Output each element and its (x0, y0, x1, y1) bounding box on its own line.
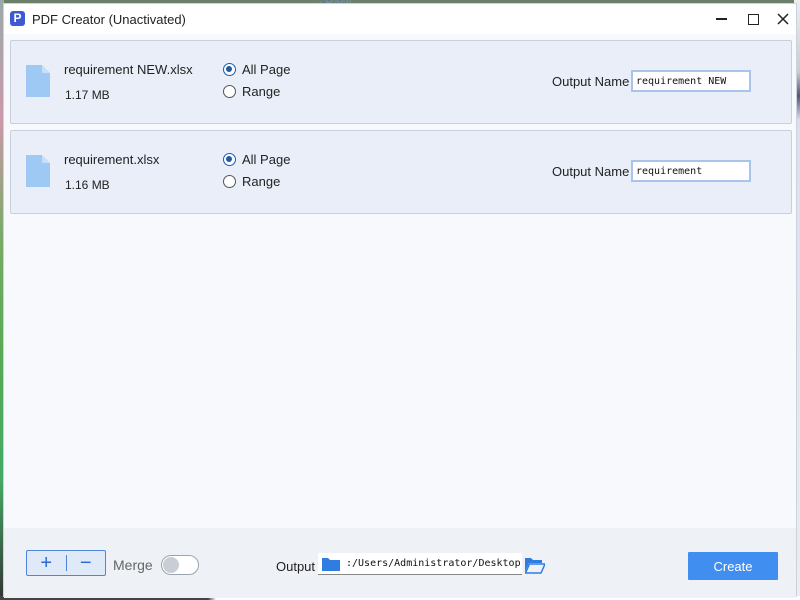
file-item: requirement NEW.xlsx 1.17 MB All Page Ra… (10, 40, 792, 124)
radio-range[interactable]: Range (223, 174, 280, 189)
add-remove-group: + − (26, 550, 106, 576)
output-path-field[interactable]: :/Users/Administrator/Desktop (318, 553, 522, 575)
document-icon (26, 155, 50, 187)
minimize-icon (715, 18, 727, 20)
radio-unchecked-icon (223, 175, 236, 188)
output-name-label: Output Name (552, 164, 630, 179)
folder-icon (322, 557, 340, 571)
file-name: requirement NEW.xlsx (64, 62, 193, 77)
file-list: requirement NEW.xlsx 1.17 MB All Page Ra… (4, 34, 796, 528)
app-logo-icon: P (10, 11, 25, 26)
plus-icon: + (40, 552, 53, 574)
file-size: 1.17 MB (65, 88, 110, 102)
maximize-icon (747, 13, 759, 25)
minus-icon: − (79, 552, 92, 574)
radio-checked-icon (223, 153, 236, 166)
pdf-creator-window: P PDF Creator (Unactivated) requirement … (3, 3, 797, 598)
remove-file-button[interactable]: − (67, 551, 106, 575)
document-icon (26, 65, 50, 97)
minimize-button[interactable] (707, 7, 735, 31)
output-name-input[interactable] (631, 70, 751, 92)
file-size: 1.16 MB (65, 178, 110, 192)
add-file-button[interactable]: + (27, 551, 66, 575)
close-button[interactable] (769, 7, 797, 31)
file-name: requirement.xlsx (64, 152, 160, 167)
merge-label: Merge (113, 557, 153, 573)
title-bar: P PDF Creator (Unactivated) (4, 4, 796, 34)
radio-range-label: Range (242, 84, 281, 99)
output-name-label: Output Name (552, 74, 630, 89)
close-icon (777, 13, 789, 25)
open-folder-icon[interactable] (525, 556, 545, 574)
radio-all-page-label: All Page (242, 152, 291, 167)
radio-all-page[interactable]: All Page (223, 62, 290, 77)
footer-toolbar: + − Merge Output :/Users/Administrator/D… (4, 528, 796, 598)
toggle-knob (163, 557, 179, 573)
output-path-text: :/Users/Administrator/Desktop (346, 558, 521, 569)
file-item: requirement.xlsx 1.16 MB All Page Range … (10, 130, 792, 214)
radio-all-page-label: All Page (242, 62, 291, 77)
radio-range-label: Range (242, 174, 281, 189)
radio-unchecked-icon (223, 85, 236, 98)
radio-range[interactable]: Range (223, 84, 280, 99)
window-title: PDF Creator (Unactivated) (32, 12, 186, 27)
create-button[interactable]: Create (688, 552, 778, 580)
maximize-button[interactable] (739, 7, 767, 31)
output-name-input[interactable] (631, 160, 751, 182)
radio-all-page[interactable]: All Page (223, 152, 290, 167)
merge-toggle[interactable] (161, 555, 199, 575)
radio-checked-icon (223, 63, 236, 76)
output-label: Output (276, 559, 316, 574)
